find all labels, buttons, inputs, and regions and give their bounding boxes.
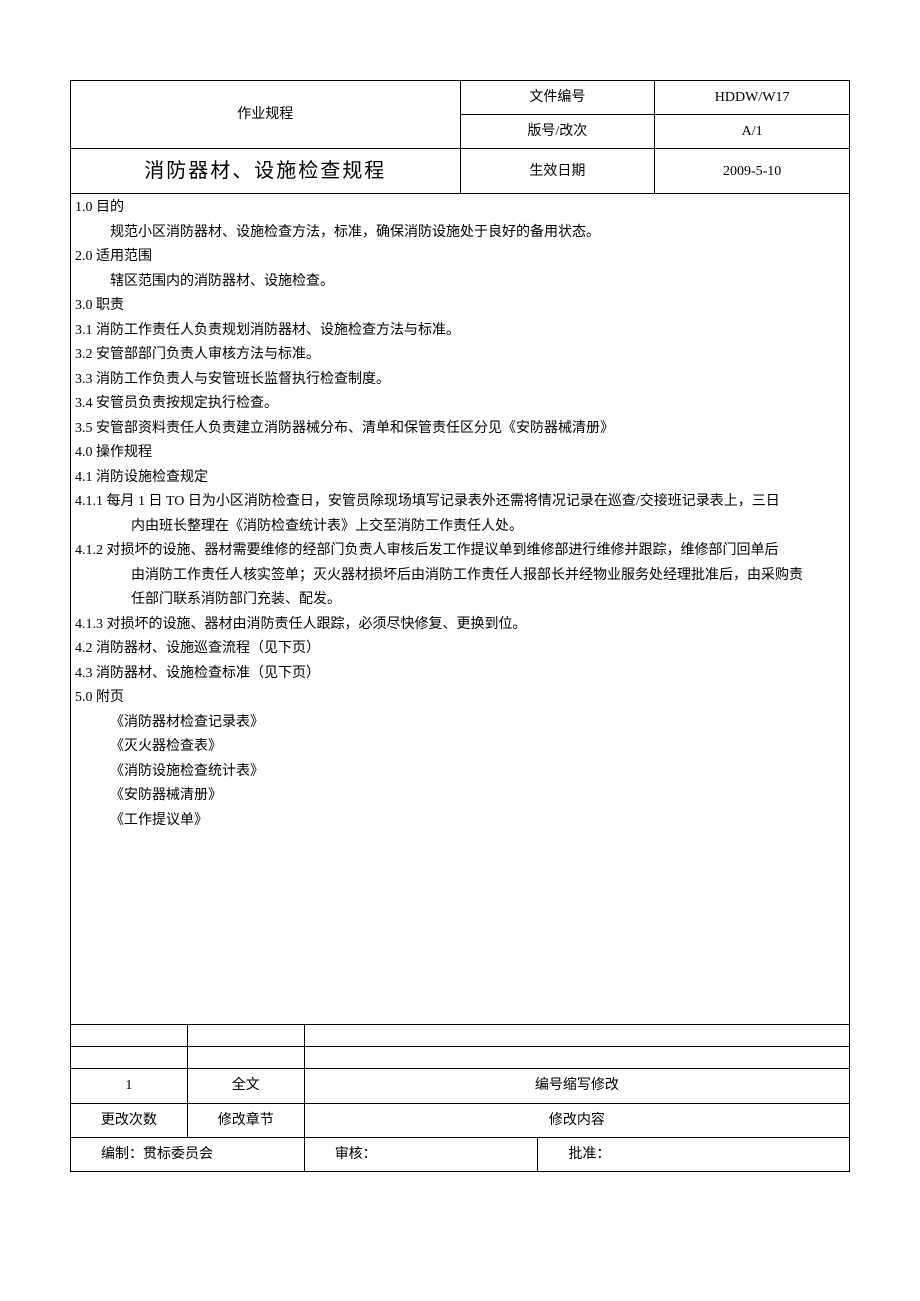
doc-no-label: 文件编号: [460, 81, 655, 115]
attachment-item: 《消防设施检查统计表》: [75, 760, 845, 785]
body-text: 4.1.3 对损坏的设施、器材由消防责任人跟踪，必须尽快修复、更换到位。: [75, 613, 845, 638]
change-count: 1: [71, 1069, 188, 1103]
empty-cell: [187, 1025, 304, 1047]
empty-cell: [71, 1047, 188, 1069]
body-text: 3.1 消防工作责任人负责规划消防器材、设施检查方法与标准。: [75, 319, 845, 344]
version-value: A/1: [655, 115, 850, 149]
body-text: 4.1.1 每月 1 日 TO 日为小区消防检查日，安管员除现场填写记录表外还需…: [75, 490, 845, 515]
version-label: 版号/改次: [460, 115, 655, 149]
body-text: 3.2 安管部部门负责人审核方法与标准。: [75, 343, 845, 368]
section-heading: 5.0 附页: [75, 686, 845, 711]
section-heading: 4.0 操作规程: [75, 441, 845, 466]
change-section: 全文: [187, 1069, 304, 1103]
attachment-item: 《工作提议单》: [75, 809, 845, 834]
empty-cell: [304, 1047, 849, 1069]
section-heading: 1.0 目的: [75, 196, 845, 221]
section-heading: 3.0 职责: [75, 294, 845, 319]
empty-cell: [304, 1025, 849, 1047]
footer-table: 1 全文 编号缩写修改 更改次数 修改章节 修改内容 编制：贯标委员会 审核： …: [70, 1024, 850, 1172]
procedure-label: 作业规程: [79, 102, 452, 127]
body-text: 3.5 安管部资料责任人负责建立消防器械分布、清单和保管责任区分见《安防器械清册…: [75, 417, 845, 442]
body-text: 4.2 消防器材、设施巡查流程（见下页）: [75, 637, 845, 662]
body-text: 3.3 消防工作负责人与安管班长监督执行检查制度。: [75, 368, 845, 393]
body-text: 任部门联系消防部门充装、配发。: [75, 588, 845, 613]
body-text: 4.3 消防器材、设施检查标准（见下页）: [75, 662, 845, 687]
doc-no-value: HDDW/W17: [655, 81, 850, 115]
body-text: 内由班长整理在《消防检查统计表》上交至消防工作责任人处。: [75, 515, 845, 540]
attachment-item: 《安防器械清册》: [75, 784, 845, 809]
change-section-label: 修改章节: [187, 1103, 304, 1137]
content-body: 1.0 目的 规范小区消防器材、设施检查方法，标准，确保消防设施处于良好的备用状…: [70, 194, 850, 1024]
body-text: 由消防工作责任人核实签单；灭火器材损坏后由消防工作责任人报部长并经物业服务处经理…: [75, 564, 845, 589]
eff-date-label: 生效日期: [460, 149, 655, 194]
document-container: 作业规程 文件编号 HDDW/W17 版号/改次 A/1 消防器材、设施检查规程…: [70, 80, 850, 1172]
change-desc-label: 修改内容: [304, 1103, 849, 1137]
body-text: 4.1.2 对损坏的设施、器材需要维修的经部门负责人审核后发工作提议单到维修部进…: [75, 539, 845, 564]
empty-cell: [187, 1047, 304, 1069]
attachment-item: 《消防器材检查记录表》: [75, 711, 845, 736]
body-text: 3.4 安管员负责按规定执行检查。: [75, 392, 845, 417]
made-by: 编制：贯标委员会: [71, 1137, 305, 1171]
section-heading: 2.0 适用范围: [75, 245, 845, 270]
body-text: 4.1 消防设施检查规定: [75, 466, 845, 491]
empty-cell: [71, 1025, 188, 1047]
approved-by: 批准：: [538, 1137, 850, 1171]
document-title: 消防器材、设施检查规程: [71, 149, 461, 194]
body-text: 规范小区消防器材、设施检查方法，标准，确保消防设施处于良好的备用状态。: [75, 221, 845, 246]
header-table: 作业规程 文件编号 HDDW/W17 版号/改次 A/1 消防器材、设施检查规程…: [70, 80, 850, 194]
change-desc: 编号缩写修改: [304, 1069, 849, 1103]
attachment-item: 《灭火器检查表》: [75, 735, 845, 760]
change-count-label: 更改次数: [71, 1103, 188, 1137]
reviewed-by: 审核：: [304, 1137, 538, 1171]
eff-date-value: 2009-5-10: [655, 149, 850, 194]
body-text: 辖区范围内的消防器材、设施检查。: [75, 270, 845, 295]
